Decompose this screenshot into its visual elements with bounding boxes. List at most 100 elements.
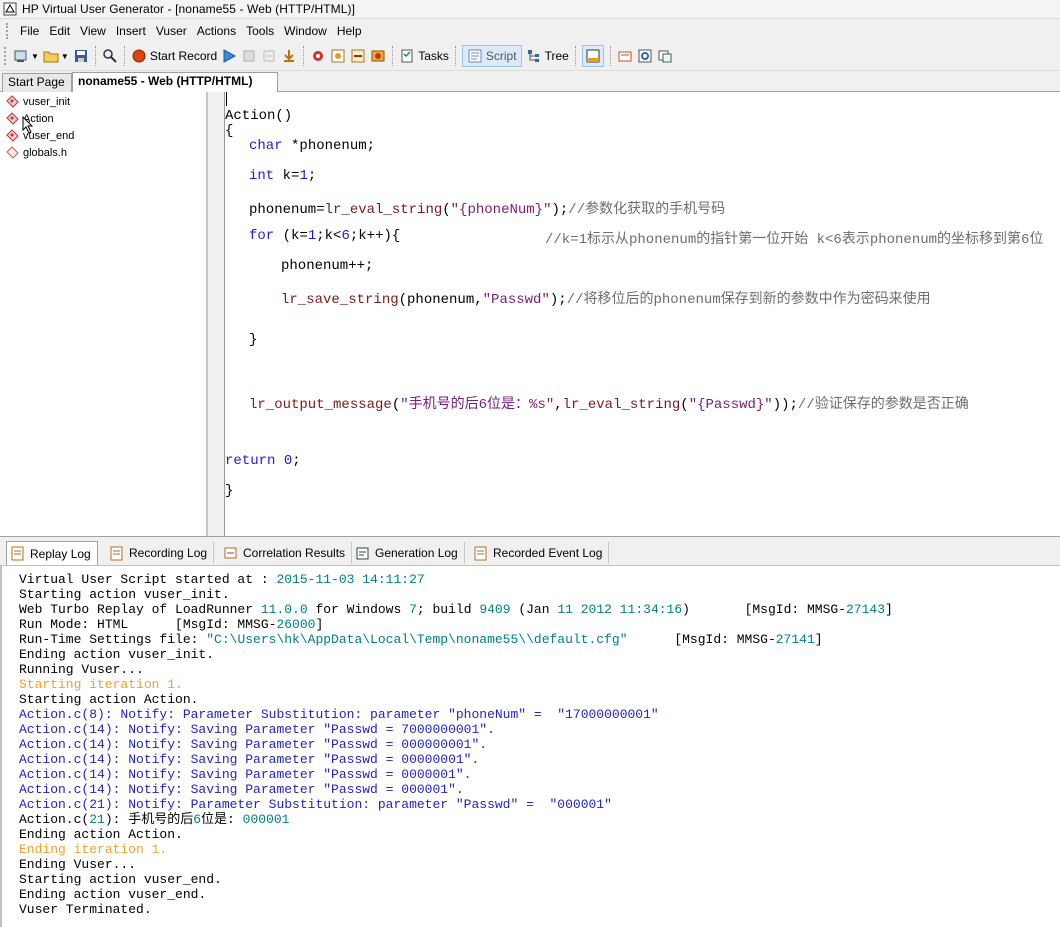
compile-button[interactable] <box>281 45 297 67</box>
action-icon <box>6 112 19 125</box>
save-icon <box>73 48 89 64</box>
breakpoint-button[interactable] <box>310 45 326 67</box>
tree-item-vuser-init[interactable]: vuser_init <box>6 93 70 110</box>
run-button[interactable] <box>221 45 237 67</box>
output-window-button[interactable] <box>581 45 604 67</box>
log-line: Starting action vuser_end. <box>19 872 222 887</box>
log-line: Starting action vuser_init. <box>19 587 230 602</box>
pane-splitter[interactable] <box>207 92 225 536</box>
menu-view[interactable]: View <box>75 21 111 41</box>
new-script-icon <box>13 48 29 64</box>
action-tree: vuser_init Action vuser_end globals.h <box>2 92 207 536</box>
options-icon <box>657 48 673 64</box>
new-script-button[interactable]: ▼ <box>13 45 39 67</box>
tab-script[interactable]: noname55 - Web (HTTP/HTML) <box>72 72 278 92</box>
toolbar-separator <box>303 46 305 66</box>
code-line: int k=1; <box>249 168 317 184</box>
code-line: lr_output_message("手机号的后6位是：%s",lr_eval_… <box>249 397 969 413</box>
tree-view-label: Tree <box>544 49 569 63</box>
correlation-icon <box>350 48 366 64</box>
menu-vuser[interactable]: Vuser <box>151 21 192 41</box>
tab-start-page[interactable]: Start Page <box>2 73 72 92</box>
tasks-label: Tasks <box>418 49 449 63</box>
log-line: Run Mode: HTML [MsgId: MMSG-26000] <box>19 617 324 632</box>
log-line: Starting iteration 1. <box>19 677 183 692</box>
generation-icon <box>356 546 369 561</box>
code-line: for (k=1;k<6;k++){ <box>249 228 401 244</box>
tree-view-icon <box>526 48 542 64</box>
stop-icon <box>241 48 257 64</box>
output-window-icon <box>585 48 601 64</box>
save-button[interactable] <box>73 45 89 67</box>
log-line: Action.c(14): Notify: Saving Parameter "… <box>19 752 480 767</box>
tree-item-globals[interactable]: globals.h <box>6 144 67 161</box>
log-line: Action.c(14): Notify: Saving Parameter "… <box>19 782 464 797</box>
test-results-button[interactable] <box>617 45 633 67</box>
runtime-settings-button[interactable] <box>637 45 653 67</box>
open-button[interactable]: ▼ <box>43 45 69 67</box>
code-line: lr_save_string(phonenum,"Passwd");//将移位后… <box>281 292 931 308</box>
log-line: Action.c(21): Notify: Parameter Substitu… <box>19 797 612 812</box>
menu-file[interactable]: File <box>15 21 44 41</box>
log-line: Virtual User Script started at : 2015-11… <box>19 572 425 587</box>
tree-view-button[interactable]: Tree <box>526 45 569 67</box>
log-line: Vuser Terminated. <box>19 902 152 917</box>
output-tabs: Replay Log Recording Log Correlation Res… <box>0 536 1060 566</box>
toolbar-separator <box>454 46 456 66</box>
tab-recording-log[interactable]: Recording Log <box>106 542 215 564</box>
menu-tools[interactable]: Tools <box>241 21 279 41</box>
document-tabs: Start Page noname55 - Web (HTTP/HTML) <box>0 71 1060 92</box>
tree-item-label: globals.h <box>23 146 68 159</box>
settings-icon <box>637 48 653 64</box>
tree-item-vuser-end[interactable]: vuser_end <box>6 127 74 144</box>
menu-edit[interactable]: Edit <box>44 21 75 41</box>
menu-insert[interactable]: Insert <box>111 21 151 41</box>
step-button[interactable] <box>261 45 277 67</box>
start-record-button[interactable]: Start Record <box>131 45 217 67</box>
log-line: Ending action vuser_end. <box>19 887 207 902</box>
toolbar-separator <box>392 46 394 66</box>
tab-label: Recorded Event Log <box>493 546 603 560</box>
menu-actions[interactable]: Actions <box>192 21 241 41</box>
start-record-label: Start Record <box>149 49 218 63</box>
code-line: Action() <box>225 108 293 124</box>
find-button[interactable] <box>102 45 118 67</box>
script-editor[interactable]: Action() { char *phonenum; int k=1; phon… <box>225 92 1060 536</box>
menu-window[interactable]: Window <box>279 21 332 41</box>
test-results-icon <box>617 48 633 64</box>
correlation-icon <box>224 546 237 561</box>
parameter-button[interactable] <box>330 45 346 67</box>
tab-recorded-event-log[interactable]: Recorded Event Log <box>470 542 610 564</box>
code-line: phonenum=lr_eval_string("{phoneNum}");//… <box>249 202 726 218</box>
tab-label: Recording Log <box>129 546 208 560</box>
code-line: return 0; <box>225 453 301 469</box>
general-options-button[interactable] <box>657 45 673 67</box>
action-icon <box>6 129 19 142</box>
menu-help[interactable]: Help <box>332 21 367 41</box>
tab-label: Replay Log <box>30 546 91 561</box>
tab-generation-log[interactable]: Generation Log <box>352 542 465 564</box>
log-icon <box>11 546 24 561</box>
mouse-cursor-icon <box>22 115 34 137</box>
replay-log-output[interactable]: Virtual User Script started at : 2015-11… <box>0 566 1060 927</box>
tab-label: Correlation Results <box>243 546 346 560</box>
toolbar-separator <box>574 46 576 66</box>
code-line: } <box>225 483 234 499</box>
log-line: Run-Time Settings file: "C:\Users\hk\App… <box>19 632 823 647</box>
correlation-button[interactable] <box>350 45 366 67</box>
code-line: } <box>249 332 258 348</box>
snapshot-button[interactable] <box>370 45 386 67</box>
toolbar-grip <box>4 47 7 65</box>
tab-replay-log[interactable]: Replay Log <box>6 541 98 565</box>
tasks-button[interactable]: Tasks <box>399 45 449 67</box>
tab-correlation-results[interactable]: Correlation Results <box>220 542 353 564</box>
script-view-button[interactable]: Script <box>461 45 522 67</box>
stop-button[interactable] <box>241 45 257 67</box>
code-line: char *phonenum; <box>249 138 376 154</box>
text-caret <box>226 92 227 106</box>
menu-bar: File Edit View Insert Vuser Actions Tool… <box>0 19 1060 42</box>
log-line: Action.c(8): Notify: Parameter Substitut… <box>19 707 659 722</box>
toolbar-separator <box>94 46 96 66</box>
search-icon <box>102 48 118 64</box>
menu-grip <box>6 22 9 39</box>
